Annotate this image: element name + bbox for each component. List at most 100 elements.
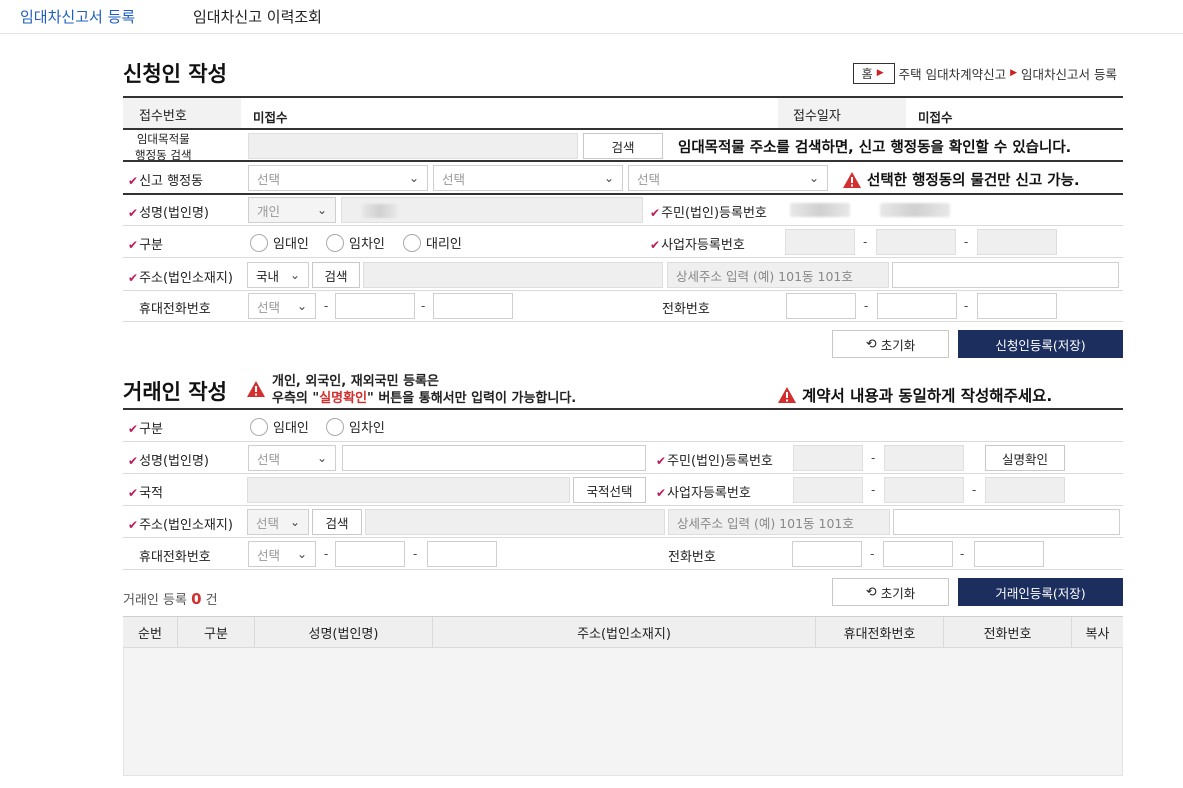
counterparty-biz-no-2[interactable] <box>884 477 964 503</box>
counterparty-biz-no-1[interactable] <box>793 477 863 503</box>
breadcrumb: 홈 ▶ 주택 임대차계약신고 ▶ 임대차신고서 등록 <box>852 62 1117 84</box>
chevron-down-icon: ⌄ <box>296 299 307 313</box>
required-check-icon: ✔ <box>128 518 139 532</box>
dash: - <box>864 299 869 313</box>
applicant-biz-no-2[interactable] <box>876 229 956 255</box>
counterparty-address-country-select[interactable]: 선택 ⌄ <box>247 509 309 535</box>
cp-radio-lessee[interactable]: 임차인 <box>326 417 385 436</box>
radio-lessee[interactable]: 임차인 <box>326 233 385 252</box>
required-check-icon: ✔ <box>128 422 139 436</box>
radio-agent[interactable]: 대리인 <box>403 233 462 252</box>
required-check-icon: ✔ <box>128 238 139 252</box>
breadcrumb-home[interactable]: 홈 ▶ <box>852 62 895 84</box>
reset-label: 초기화 <box>880 585 916 601</box>
applicant-phone-3[interactable] <box>977 293 1057 319</box>
applicant-name-type-select[interactable]: 개인 ⌄ <box>248 197 336 223</box>
applicant-biz-no-3[interactable] <box>977 229 1057 255</box>
warning-icon <box>247 381 265 397</box>
refresh-icon: ⟲ <box>865 584 877 600</box>
applicant-mobile-2[interactable] <box>335 293 415 319</box>
select-value: 선택 <box>442 171 466 187</box>
counterparty-resident-no-1[interactable] <box>793 445 863 471</box>
dash: - <box>421 299 426 313</box>
nationality-select-button[interactable]: 국적선택 <box>573 477 646 503</box>
counterparty-right-notice-text: 계약서 내용과 동일하게 작성해주세요. <box>802 387 1053 405</box>
counterparty-name-type-select[interactable]: 선택 ⌄ <box>248 445 336 471</box>
property-search-button[interactable]: 검색 <box>583 133 663 159</box>
report-dong-select-2[interactable]: 선택 ⌄ <box>433 165 623 191</box>
counterparty-nationality-input[interactable] <box>247 477 570 503</box>
property-search-label: 임대목적물 행정동 검색 <box>135 131 192 163</box>
cp-radio-lessor[interactable]: 임대인 <box>250 417 309 436</box>
dash: - <box>964 299 969 313</box>
counterparty-resident-no-label: ✔주민(법인)등록번호 <box>656 450 773 469</box>
warning-icon <box>843 171 861 188</box>
applicant-address-country-select[interactable]: 국내 ⌄ <box>247 262 309 288</box>
radio-label: 임차인 <box>349 421 385 436</box>
counterparty-phone-2[interactable] <box>883 541 953 567</box>
counterparty-mobile-prefix-select[interactable]: 선택 ⌄ <box>248 541 316 567</box>
chevron-down-icon: ⌄ <box>289 515 300 529</box>
counterparty-table-body <box>123 648 1123 776</box>
applicant-reset-button[interactable]: ⟲ 초기화 <box>832 330 949 358</box>
counterparty-biz-no-3[interactable] <box>985 477 1065 503</box>
applicant-biz-no-1[interactable] <box>785 229 855 255</box>
select-value: 국내 <box>256 268 280 284</box>
counterparty-section-title: 거래인 작성 <box>123 380 227 404</box>
verify-name-button[interactable]: 실명확인 <box>985 445 1065 471</box>
applicant-address-search-button[interactable]: 검색 <box>312 262 360 288</box>
counterparty-address-input[interactable] <box>365 509 665 535</box>
counterparty-type-label: ✔구분 <box>128 418 163 437</box>
applicant-address-detail-input[interactable]: 상세주소 입력 (예) 101동 101호 <box>667 262 889 288</box>
counterparty-resident-no-2[interactable] <box>884 445 964 471</box>
applicant-mobile-prefix-select[interactable]: 선택 ⌄ <box>248 293 316 319</box>
counterparty-address-search-button[interactable]: 검색 <box>312 509 362 535</box>
radio-label: 대리인 <box>426 237 462 252</box>
counterparty-address-detail-input[interactable]: 상세주소 입력 (예) 101동 101호 <box>668 509 890 535</box>
report-dong-label: ✔신고 행정동 <box>128 170 203 189</box>
counterparty-save-button[interactable]: 거래인등록(저장) <box>958 578 1123 606</box>
counterparty-biz-no-label-text: 사업자등록번호 <box>667 486 751 501</box>
counterparty-address-extra-input[interactable] <box>893 509 1120 535</box>
col-address: 주소(법인소재지) <box>433 617 816 647</box>
report-dong-select-3[interactable]: 선택 ⌄ <box>628 165 828 191</box>
row-divider <box>123 193 1123 195</box>
applicant-mobile-3[interactable] <box>433 293 513 319</box>
applicant-name-label-text: 성명(법인명) <box>139 206 210 221</box>
select-value: 선택 <box>637 171 661 187</box>
counterparty-name-label: ✔성명(법인명) <box>128 450 209 469</box>
counterparty-mobile-3[interactable] <box>427 541 497 567</box>
radio-label: 임대인 <box>273 237 309 252</box>
property-search-notice: 임대목적물 주소를 검색하면, 신고 행정동을 확인할 수 있습니다. <box>678 140 1072 156</box>
counterparty-notice: 개인, 외국인, 재외국민 등록은 우측의 "실명확인" 버튼을 통해서만 입력… <box>272 373 576 407</box>
counterparty-phone-1[interactable] <box>792 541 862 567</box>
radio-lessor[interactable]: 임대인 <box>250 233 309 252</box>
col-mobile: 휴대전화번호 <box>816 617 944 647</box>
counterparty-nationality-label: ✔국적 <box>128 482 163 501</box>
required-check-icon: ✔ <box>128 486 139 500</box>
counterparty-table-header: 순번 구분 성명(법인명) 주소(법인소재지) 휴대전화번호 전화번호 복사 <box>123 616 1123 648</box>
applicant-address-extra-input[interactable] <box>892 262 1119 288</box>
counterparty-reset-button[interactable]: ⟲ 초기화 <box>832 578 949 606</box>
report-dong-select-1[interactable]: 선택 ⌄ <box>248 165 428 191</box>
property-address-input[interactable] <box>248 133 578 159</box>
top-tab-bar: 임대차신고서 등록 임대차신고 이력조회 <box>0 0 1183 34</box>
applicant-save-button[interactable]: 신청인등록(저장) <box>958 330 1123 358</box>
tab-rental-report-register[interactable]: 임대차신고서 등록 <box>20 6 135 27</box>
counterparty-address-label: ✔주소(법인소재지) <box>128 514 233 533</box>
applicant-address-label: ✔주소(법인소재지) <box>128 267 233 286</box>
applicant-name-input[interactable] <box>341 197 643 223</box>
breadcrumb-level1[interactable]: 주택 임대차계약신고 <box>899 64 1006 83</box>
counterparty-name-input[interactable] <box>342 445 646 471</box>
counterparty-mobile-2[interactable] <box>335 541 405 567</box>
applicant-phone-2[interactable] <box>877 293 957 319</box>
row-divider <box>123 128 1123 130</box>
counterparty-phone-3[interactable] <box>974 541 1044 567</box>
chevron-down-icon: ⌄ <box>316 451 327 465</box>
select-value: 선택 <box>257 299 281 315</box>
tab-rental-report-history[interactable]: 임대차신고 이력조회 <box>193 6 322 27</box>
count-prefix: 거래인 등록 <box>123 593 187 608</box>
counterparty-type-label-text: 구분 <box>139 422 163 437</box>
applicant-phone-1[interactable] <box>786 293 856 319</box>
applicant-address-input[interactable] <box>363 262 663 288</box>
